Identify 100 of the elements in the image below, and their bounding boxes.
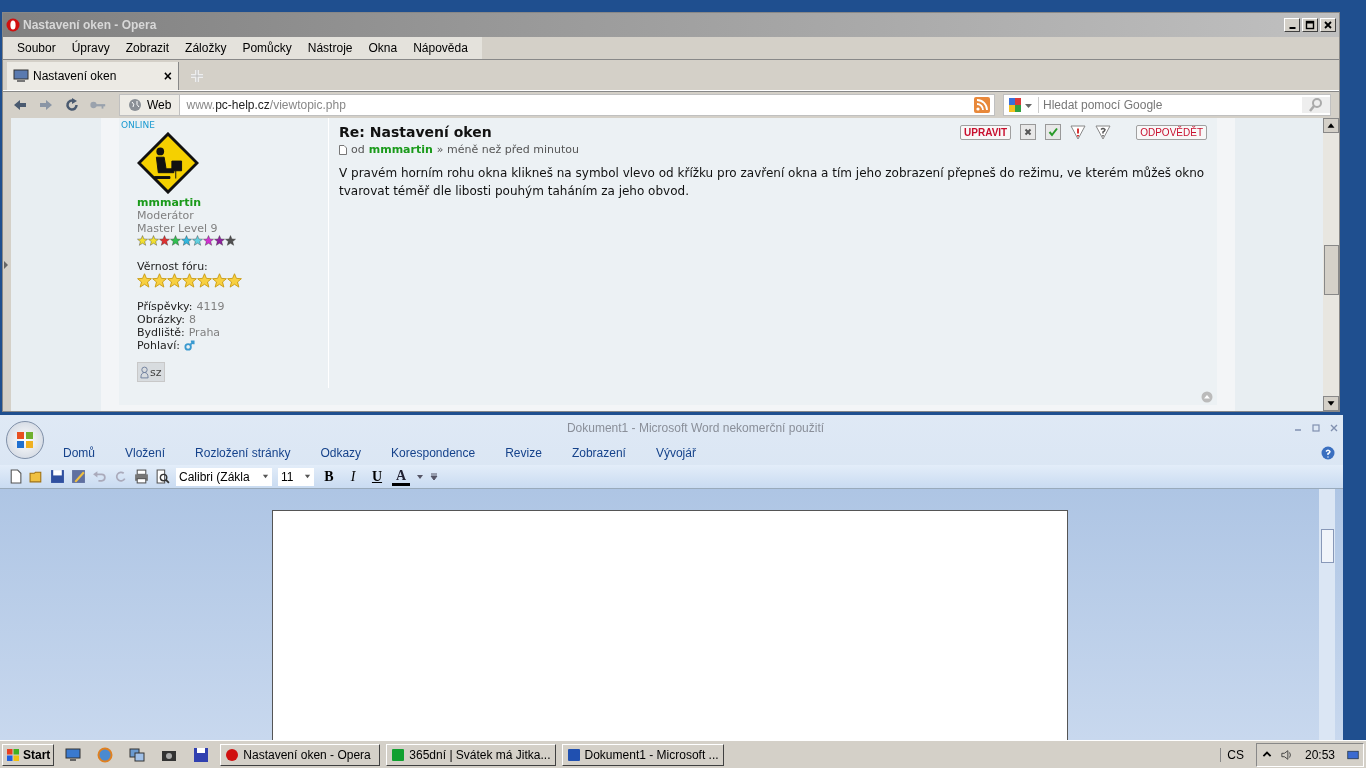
folder-icon[interactable] — [29, 469, 44, 484]
person-icon — [140, 365, 149, 379]
app-icon — [391, 747, 406, 762]
rank-star-icon — [159, 235, 170, 246]
window-switch-icon[interactable] — [129, 746, 146, 763]
post-body: V pravém horním rohu okna klikneš na symbol vlevo od křížku pro zavření okna a tím jeho zobrazení přepneš do režimu, ve kterém můžeš okno tvarovat téměř dle libosti pouhým taháním za jeho obvod. — [339, 165, 1206, 200]
rank-star-icon — [181, 235, 192, 246]
scroll-thumb[interactable] — [1324, 245, 1339, 295]
stat-label: Příspěvky: — [137, 300, 193, 313]
office-button[interactable] — [6, 421, 44, 459]
taskbar-button[interactable]: Nastavení oken - Opera — [220, 743, 381, 766]
vertical-scrollbar[interactable] — [1319, 489, 1335, 740]
rank-star-icon — [192, 235, 203, 246]
vertical-scrollbar[interactable] — [1323, 118, 1339, 411]
language-indicator[interactable]: CS — [1220, 747, 1250, 762]
web-label: Web — [147, 98, 172, 112]
rank-star-icon — [148, 235, 159, 246]
menu-item[interactable]: Záložky — [177, 41, 235, 55]
stat-label: Bydliště: — [137, 326, 185, 339]
ribbon-tab[interactable]: Korespondence — [376, 445, 491, 460]
scroll-down-icon[interactable] — [1323, 396, 1339, 411]
panel-toggle-icon[interactable] — [3, 259, 9, 270]
question-triangle-icon[interactable] — [1095, 124, 1112, 140]
scroll-up-icon[interactable] — [1323, 118, 1339, 133]
rank-star-icon — [137, 235, 148, 246]
delete-button[interactable] — [1020, 124, 1037, 140]
reply-button[interactable]: ODPOVĚDĚT — [1136, 124, 1207, 140]
new-document-icon[interactable] — [8, 469, 23, 484]
dropdown-arrow-icon[interactable] — [416, 472, 424, 481]
ribbon-tab[interactable]: Rozložení stránky — [180, 445, 306, 460]
help-icon[interactable] — [1321, 445, 1335, 460]
close-icon[interactable] — [1329, 422, 1339, 433]
address-field[interactable]: Web www.pc-help.cz/viewtopic.php — [119, 94, 995, 116]
ribbon-tab[interactable]: Odkazy — [305, 445, 377, 460]
menu-item[interactable]: Nástroje — [299, 41, 361, 55]
font-name-dropdown[interactable]: Calibri (Zákla — [176, 467, 272, 486]
font-color-button[interactable]: A — [392, 467, 410, 486]
show-desktop-icon[interactable] — [1347, 748, 1359, 761]
browser-globe-icon[interactable] — [97, 746, 114, 763]
underline-button[interactable]: U — [368, 467, 386, 486]
computer-icon — [13, 68, 29, 84]
ribbon-tab[interactable]: Zobrazení — [556, 445, 641, 460]
printer-icon[interactable] — [134, 469, 149, 484]
approve-button[interactable] — [1045, 124, 1062, 140]
stat-label: Pohlaví: — [137, 339, 180, 352]
close-tab-button[interactable]: × — [163, 68, 172, 84]
reload-icon[interactable] — [63, 97, 81, 113]
online-status: ONLINE — [121, 120, 156, 130]
warning-sign-avatar-drawing — [137, 132, 199, 194]
cross-icon — [1023, 127, 1034, 137]
rss-feed-icon[interactable] — [974, 97, 990, 113]
post-time: » méně než před minutou — [436, 143, 579, 156]
ribbon-tab[interactable]: Vývojář — [640, 445, 711, 460]
menu-item[interactable]: Nápověda — [405, 41, 476, 55]
star-icon — [137, 273, 152, 288]
ribbon-tab[interactable]: Vložení — [110, 445, 181, 460]
stat-value: 8 — [189, 313, 197, 326]
maximize-button[interactable] — [1302, 18, 1318, 32]
menu-item[interactable]: Pomůcky — [234, 41, 300, 55]
window-title: Nastavení oken - Opera — [23, 18, 157, 32]
stat-value: 4119 — [196, 300, 225, 313]
post-title: Re: Nastavení oken — [339, 124, 492, 140]
desktop-icon[interactable] — [65, 746, 82, 763]
app-icon — [225, 747, 240, 762]
italic-button[interactable]: I — [344, 467, 362, 486]
private-message-button[interactable]: sz — [137, 362, 165, 382]
taskbar-button[interactable]: Dokument1 - Microsoft ... — [561, 743, 724, 766]
dropdown-arrow-icon — [304, 473, 311, 480]
menu-item[interactable]: Okna — [360, 41, 406, 55]
office-logo-icon — [15, 430, 35, 450]
rank-star-icon — [203, 235, 214, 246]
rank-star-icon — [170, 235, 181, 246]
star-icon — [212, 273, 227, 288]
search-box[interactable]: Hledat pomocí Google — [1003, 94, 1331, 116]
browser-logo-icon — [6, 18, 20, 32]
ribbon-tab[interactable]: Domů — [48, 445, 110, 460]
bold-button[interactable]: B — [320, 467, 338, 486]
menu-item[interactable]: Zobrazit — [117, 41, 178, 55]
menu-item[interactable]: Soubor — [9, 41, 64, 55]
close-button[interactable] — [1320, 18, 1336, 32]
ribbon-tab[interactable]: Revize — [490, 445, 557, 460]
speaker-icon[interactable] — [1280, 748, 1293, 761]
minimize-button[interactable] — [1284, 18, 1300, 32]
save-as-icon[interactable] — [71, 469, 86, 484]
scroll-thumb[interactable] — [1321, 529, 1334, 563]
post-meta-prefix: od — [351, 143, 365, 156]
browser-tab[interactable]: Nastavení oken × — [7, 62, 179, 90]
stat-value: Praha — [188, 326, 221, 339]
minimize-icon — [1289, 27, 1296, 29]
taskbar-button[interactable]: 365dní | Svátek má Jitka... — [386, 743, 556, 766]
report-warning-icon[interactable] — [1070, 124, 1087, 140]
star-icon — [167, 273, 182, 288]
font-size-dropdown[interactable]: 11 — [278, 467, 314, 486]
start-button[interactable]: Start — [2, 743, 55, 766]
edit-button[interactable]: UPRAVIT — [960, 124, 1012, 140]
print-preview-icon[interactable] — [155, 469, 170, 484]
rank-star-icon — [225, 235, 236, 246]
customize-toolbar-icon[interactable] — [430, 472, 438, 481]
web-badge[interactable]: Web — [120, 95, 181, 115]
menu-item[interactable]: Úpravy — [63, 41, 118, 55]
